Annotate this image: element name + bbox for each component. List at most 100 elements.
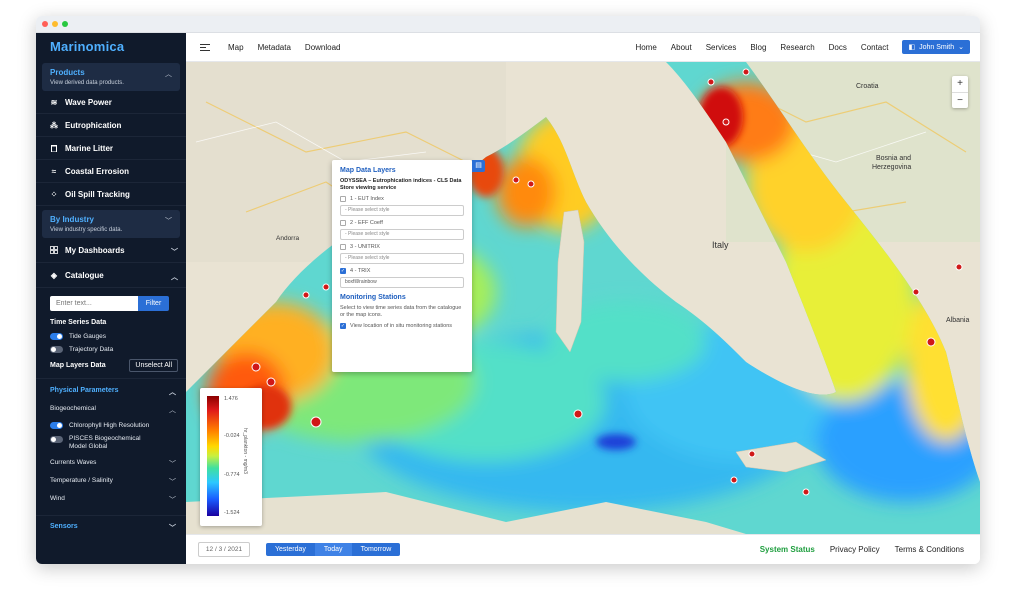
- privacy-policy-link[interactable]: Privacy Policy: [830, 545, 880, 554]
- legend-tick: -0.024: [224, 433, 240, 439]
- nav-download[interactable]: Download: [305, 43, 341, 52]
- close-window-button[interactable]: [42, 21, 48, 27]
- toggle-pisces[interactable]: PISCES Biogeochemical Model Global: [36, 432, 186, 455]
- chevron-down-icon: ⌄: [958, 44, 964, 51]
- nav-map[interactable]: Map: [228, 43, 244, 52]
- panel-toggle-book-icon[interactable]: ▤: [472, 160, 485, 172]
- param-wind[interactable]: Wind ﹀: [36, 491, 186, 509]
- label-bosnia-1: Bosnia and: [876, 155, 911, 162]
- label-andorra: Andorra: [276, 235, 300, 242]
- legend-tick: -0.774: [224, 472, 240, 478]
- bottom-bar: 12 / 3 / 2021 Yesterday Today Tomorrow S…: [186, 534, 980, 564]
- user-name: John Smith: [919, 43, 955, 51]
- sidebar-item-label: Wave Power: [65, 97, 112, 107]
- sensors-title: Sensors: [50, 522, 78, 530]
- maximize-window-button[interactable]: [62, 21, 68, 27]
- zoom-out-button[interactable]: −: [952, 92, 968, 108]
- layer-row[interactable]: 2 - EFF Coeff: [340, 220, 464, 227]
- biogeochemical-header[interactable]: Biogeochemical ︿: [36, 401, 186, 419]
- sidebar-item-label: Marine Litter: [65, 143, 114, 153]
- sidebar-section-products[interactable]: Products View derived data products. ︿: [42, 63, 180, 91]
- toggle-tide-gauges[interactable]: Tide Gauges: [36, 330, 186, 343]
- filter-input[interactable]: [50, 296, 138, 311]
- monitoring-checkbox-checked[interactable]: ✓: [340, 322, 346, 329]
- style-select[interactable]: boxfill/rainbow: [340, 277, 464, 289]
- terms-conditions-link[interactable]: Terms & Conditions: [895, 545, 964, 554]
- yesterday-button[interactable]: Yesterday: [266, 543, 315, 556]
- toggle-chlorophyll[interactable]: Chlorophyll High Resolution: [36, 419, 186, 432]
- molecule-icon: ⁂: [50, 120, 58, 130]
- nav-about[interactable]: About: [671, 43, 692, 52]
- date-picker[interactable]: 12 / 3 / 2021: [198, 542, 250, 557]
- sensors-header[interactable]: Sensors ﹀: [36, 514, 186, 537]
- sidebar-item-wave-power[interactable]: ≋ Wave Power: [36, 91, 186, 114]
- sidebar: Marinomica Products View derived data pr…: [36, 33, 186, 564]
- main-nav: Home About Services Blog Research Docs C…: [635, 40, 970, 54]
- layer-row[interactable]: ✓ 4 - TRIX: [340, 268, 464, 275]
- layer-label: 2 - EFF Coeff: [350, 220, 383, 227]
- sidebar-item-eutrophication[interactable]: ⁂ Eutrophication: [36, 114, 186, 137]
- sidebar-item-label: Oil Spill Tracking: [65, 189, 130, 199]
- sidebar-item-oil-spill-tracking[interactable]: ⁘ Oil Spill Tracking: [36, 183, 186, 206]
- layer-checkbox[interactable]: [340, 196, 346, 203]
- sidebar-item-my-dashboards[interactable]: My Dashboards ﹀: [36, 238, 186, 263]
- label-bosnia-2: Herzegovina: [872, 164, 911, 171]
- layer-row[interactable]: 3 - UNITRIX: [340, 244, 464, 251]
- user-menu-button[interactable]: ◧ John Smith ⌄: [902, 40, 970, 54]
- nav-metadata[interactable]: Metadata: [258, 43, 291, 52]
- sidebar-item-marine-litter[interactable]: Marine Litter: [36, 137, 186, 160]
- style-select[interactable]: - Please select style: [340, 229, 464, 241]
- nav-contact[interactable]: Contact: [861, 43, 889, 52]
- toggle-switch[interactable]: [50, 333, 63, 340]
- nav-services[interactable]: Services: [706, 43, 737, 52]
- map-view[interactable]: Croatia Bosnia and Herzegovina Italy And…: [186, 62, 980, 534]
- nav-blog[interactable]: Blog: [750, 43, 766, 52]
- layer-checkbox[interactable]: [340, 220, 346, 227]
- sidebar-section-industry[interactable]: By Industry View industry specific data.…: [42, 210, 180, 238]
- brand-logo[interactable]: Marinomica: [36, 33, 186, 59]
- nav-research[interactable]: Research: [780, 43, 814, 52]
- nav-home[interactable]: Home: [635, 43, 656, 52]
- toggle-switch[interactable]: [50, 436, 63, 443]
- param-temperature-salinity[interactable]: Temperature / Salinity ﹀: [36, 473, 186, 491]
- sidebar-item-catalogue[interactable]: ◈ Catalogue ︿: [36, 263, 186, 288]
- map-layers-row: Map Layers Data Unselect All: [36, 356, 186, 375]
- style-select[interactable]: - Please select style: [340, 205, 464, 217]
- layer-row[interactable]: 1 - EUT Index: [340, 196, 464, 203]
- legend-tick: 1.476: [224, 396, 238, 402]
- grid-icon: [50, 246, 58, 254]
- toggle-label: Tide Gauges: [69, 333, 106, 340]
- menu-icon[interactable]: [200, 43, 210, 51]
- system-status-link[interactable]: System Status: [760, 545, 815, 554]
- minimize-window-button[interactable]: [52, 21, 58, 27]
- toggle-label: Trajectory Data: [69, 346, 114, 353]
- nav-docs[interactable]: Docs: [829, 43, 847, 52]
- layer-label: 1 - EUT Index: [350, 196, 384, 203]
- layer-label: 4 - TRIX: [350, 268, 371, 275]
- sidebar-item-coastal-errosion[interactable]: ≈ Coastal Errosion: [36, 160, 186, 183]
- monitoring-row[interactable]: ✓ View location of in situ monitoring st…: [340, 322, 464, 329]
- layers-icon: ◈: [50, 270, 58, 280]
- today-button[interactable]: Today: [314, 543, 352, 556]
- toggle-trajectory-data[interactable]: Trajectory Data: [36, 343, 186, 356]
- toggle-switch[interactable]: [50, 346, 63, 353]
- param-currents-waves[interactable]: Currents Waves ﹀: [36, 455, 186, 473]
- time-series-title: Time Series Data: [50, 319, 107, 326]
- layer-checkbox-checked[interactable]: ✓: [340, 268, 346, 275]
- color-legend: 1.476 -0.024 -0.774 -1.524 hr_plankton -…: [200, 388, 262, 526]
- toggle-switch[interactable]: [50, 422, 63, 429]
- layer-checkbox[interactable]: [340, 244, 346, 251]
- legend-gradient: [207, 396, 219, 516]
- chevron-up-icon: ︿: [169, 407, 176, 414]
- filter-button[interactable]: Filter: [138, 296, 169, 311]
- sidebar-item-label: Eutrophication: [65, 120, 122, 130]
- zoom-in-button[interactable]: +: [952, 76, 968, 92]
- sidebar-item-label: Coastal Errosion: [65, 166, 130, 176]
- param-label: Wind: [50, 494, 65, 502]
- industry-title: By Industry: [50, 215, 95, 224]
- unselect-all-button[interactable]: Unselect All: [129, 359, 178, 372]
- physical-parameters-header[interactable]: Physical Parameters ︿: [36, 378, 186, 401]
- tomorrow-button[interactable]: Tomorrow: [352, 543, 401, 556]
- chevron-down-icon: ﹀: [169, 524, 176, 532]
- style-select[interactable]: - Please select style: [340, 253, 464, 265]
